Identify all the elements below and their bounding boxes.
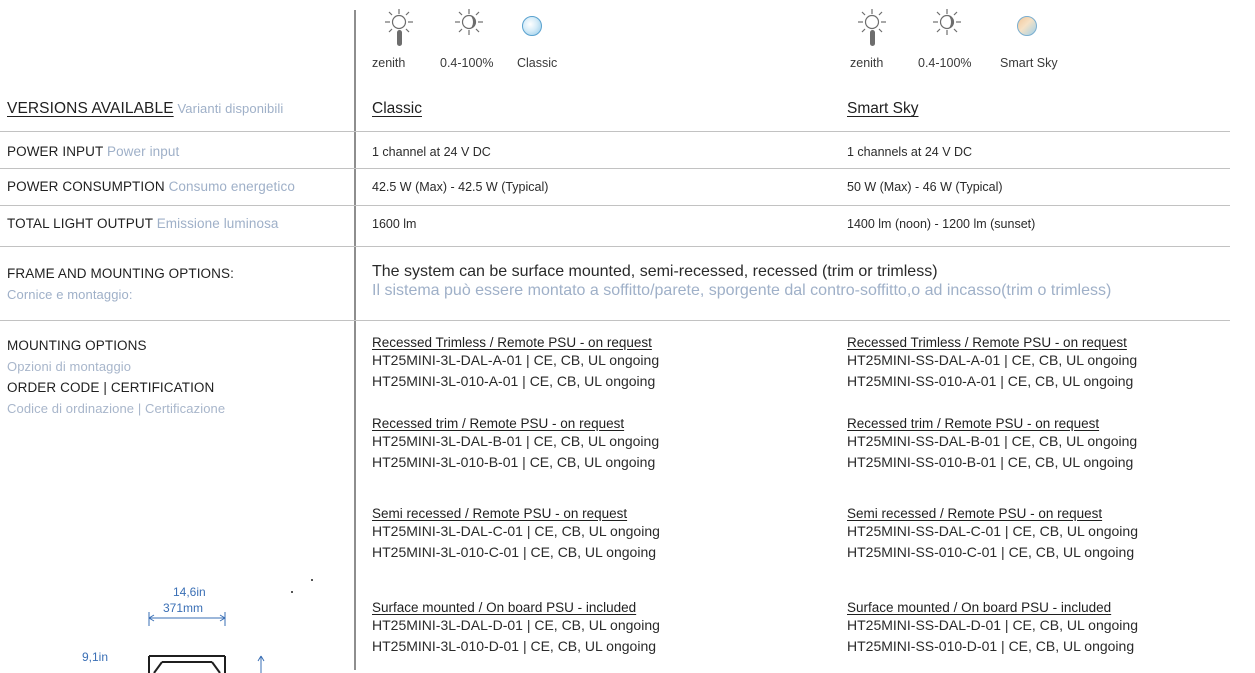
order-group-classic: Recessed trim / Remote PSU - on request …	[372, 416, 659, 473]
order-code: HT25MINI-3L-DAL-D-01 | CE, CB, UL ongoin…	[372, 617, 660, 633]
spec-label-power-consumption: POWER CONSUMPTION Consumo energetico	[7, 179, 295, 194]
order-code: HT25MINI-3L-DAL-C-01 | CE, CB, UL ongoin…	[372, 523, 660, 539]
versions-label: VERSIONS AVAILABLE Varianti disponibili	[7, 100, 283, 118]
spec-label-it: Power input	[106, 144, 180, 159]
icon-caption: Smart Sky	[1000, 56, 1058, 70]
order-code: HT25MINI-SS-010-A-01 | CE, CB, UL ongoin…	[847, 373, 1134, 389]
order-code: HT25MINI-3L-010-A-01 | CE, CB, UL ongoin…	[372, 373, 656, 389]
spec-label-total-light-output: TOTAL LIGHT OUTPUT Emissione luminosa	[7, 216, 279, 231]
order-code: HT25MINI-SS-010-D-01 | CE, CB, UL ongoin…	[847, 638, 1135, 654]
icon-caption: Classic	[517, 56, 558, 70]
frame-title: FRAME AND MOUNTING OPTIONS:	[7, 266, 234, 281]
icon-caption: zenith	[372, 56, 406, 70]
mounting-title: MOUNTING OPTIONS	[7, 338, 147, 353]
group-title: Recessed Trimless / Remote PSU - on requ…	[847, 335, 1127, 350]
order-group-smart-sky: Semi recessed / Remote PSU - on request …	[847, 506, 1138, 563]
smart-sky-color-dot-icon	[1017, 16, 1037, 36]
group-title: Semi recessed / Remote PSU - on request	[372, 506, 628, 521]
group-title: Semi recessed / Remote PSU - on request	[847, 506, 1103, 521]
spec-value-classic: 42.5 W (Max) - 42.5 W (Typical)	[372, 180, 549, 194]
frame-text-en: The system can be surface mounted, semi-…	[372, 263, 938, 280]
column-header-classic: Classic	[372, 100, 422, 117]
stray-dot	[311, 579, 313, 581]
order-group-classic: Semi recessed / Remote PSU - on request …	[372, 506, 660, 563]
order-code: HT25MINI-3L-DAL-A-01 | CE, CB, UL ongoin…	[372, 352, 660, 368]
mounting-title-it: Opzioni di montaggio	[7, 359, 132, 374]
frame-label: FRAME AND MOUNTING OPTIONS: Cornice e mo…	[7, 263, 234, 305]
column-divider	[354, 10, 356, 670]
divider	[0, 205, 1230, 206]
order-code: HT25MINI-3L-010-D-01 | CE, CB, UL ongoin…	[372, 638, 657, 654]
order-group-classic: Recessed Trimless / Remote PSU - on requ…	[372, 335, 659, 392]
technical-drawing	[148, 612, 265, 673]
order-group-smart-sky: Surface mounted / On board PSU - include…	[847, 600, 1138, 657]
spec-value-classic: 1 channel at 24 V DC	[372, 145, 491, 159]
order-code: HT25MINI-SS-DAL-B-01 | CE, CB, UL ongoin…	[847, 433, 1138, 449]
order-code: HT25MINI-3L-DAL-B-01 | CE, CB, UL ongoin…	[372, 433, 660, 449]
spec-value-classic: 1600 lm	[372, 217, 417, 231]
dimming-sun-icon	[455, 9, 483, 35]
spec-value-smart-sky: 1400 lm (noon) - 1200 lm (sunset)	[847, 217, 1036, 231]
order-group-smart-sky: Recessed trim / Remote PSU - on request …	[847, 416, 1137, 473]
versions-title-it: Varianti disponibili	[177, 101, 284, 116]
order-code: HT25MINI-3L-010-B-01 | CE, CB, UL ongoin…	[372, 454, 656, 470]
mounting-labels: MOUNTING OPTIONS Opzioni di montaggio OR…	[7, 335, 225, 419]
spec-label: POWER CONSUMPTION	[7, 179, 165, 194]
group-title: Recessed Trimless / Remote PSU - on requ…	[372, 335, 652, 350]
dimension-height-in: 9,1in	[82, 650, 109, 664]
spec-label-it: Consumo energetico	[168, 179, 295, 194]
icons-left: zenith 0.4-100% Classic	[372, 6, 612, 76]
dimension-width-in: 14,6in	[173, 585, 206, 599]
column-header-smart-sky: Smart Sky	[847, 100, 919, 117]
order-code: HT25MINI-SS-DAL-C-01 | CE, CB, UL ongoin…	[847, 523, 1138, 539]
spec-label: TOTAL LIGHT OUTPUT	[7, 216, 153, 231]
divider	[0, 246, 1230, 247]
group-title: Recessed trim / Remote PSU - on request	[372, 416, 625, 431]
spec-value-smart-sky: 1 channels at 24 V DC	[847, 145, 973, 159]
order-code: HT25MINI-3L-010-C-01 | CE, CB, UL ongoin…	[372, 544, 657, 560]
order-code: HT25MINI-SS-DAL-A-01 | CE, CB, UL ongoin…	[847, 352, 1138, 368]
order-group-smart-sky: Recessed Trimless / Remote PSU - on requ…	[847, 335, 1137, 392]
order-code-title: ORDER CODE | CERTIFICATION	[7, 380, 215, 395]
group-title: Surface mounted / On board PSU - include…	[847, 600, 1112, 615]
group-title: Recessed trim / Remote PSU - on request	[847, 416, 1100, 431]
spec-label-it: Emissione luminosa	[156, 216, 279, 231]
icon-caption: 0.4-100%	[440, 56, 494, 70]
zenith-lamp-icon	[858, 9, 886, 46]
spec-label-power-input: POWER INPUT Power input	[7, 144, 179, 159]
divider	[0, 131, 1230, 132]
order-code: HT25MINI-SS-DAL-D-01 | CE, CB, UL ongoin…	[847, 617, 1138, 633]
order-code-title-it: Codice di ordinazione | Certificazione	[7, 401, 226, 416]
divider	[0, 168, 1230, 169]
icon-caption: zenith	[850, 56, 884, 70]
stray-dot	[291, 591, 293, 593]
frame-text-it: Il sistema può essere montato a soffitto…	[372, 282, 1112, 299]
order-code: HT25MINI-SS-010-B-01 | CE, CB, UL ongoin…	[847, 454, 1134, 470]
versions-title: VERSIONS AVAILABLE	[7, 100, 174, 117]
dimming-sun-icon	[933, 9, 961, 35]
icon-caption: 0.4-100%	[918, 56, 972, 70]
divider	[0, 320, 1230, 321]
icons-right: zenith 0.4-100% Smart Sky	[850, 6, 1110, 76]
spec-value-smart-sky: 50 W (Max) - 46 W (Typical)	[847, 180, 1003, 194]
order-group-classic: Surface mounted / On board PSU - include…	[372, 600, 660, 657]
spec-label: POWER INPUT	[7, 144, 104, 159]
order-code: HT25MINI-SS-010-C-01 | CE, CB, UL ongoin…	[847, 544, 1135, 560]
frame-title-it: Cornice e montaggio:	[7, 287, 133, 302]
classic-color-dot-icon	[522, 16, 542, 36]
group-title: Surface mounted / On board PSU - include…	[372, 600, 637, 615]
zenith-lamp-icon	[385, 9, 413, 46]
